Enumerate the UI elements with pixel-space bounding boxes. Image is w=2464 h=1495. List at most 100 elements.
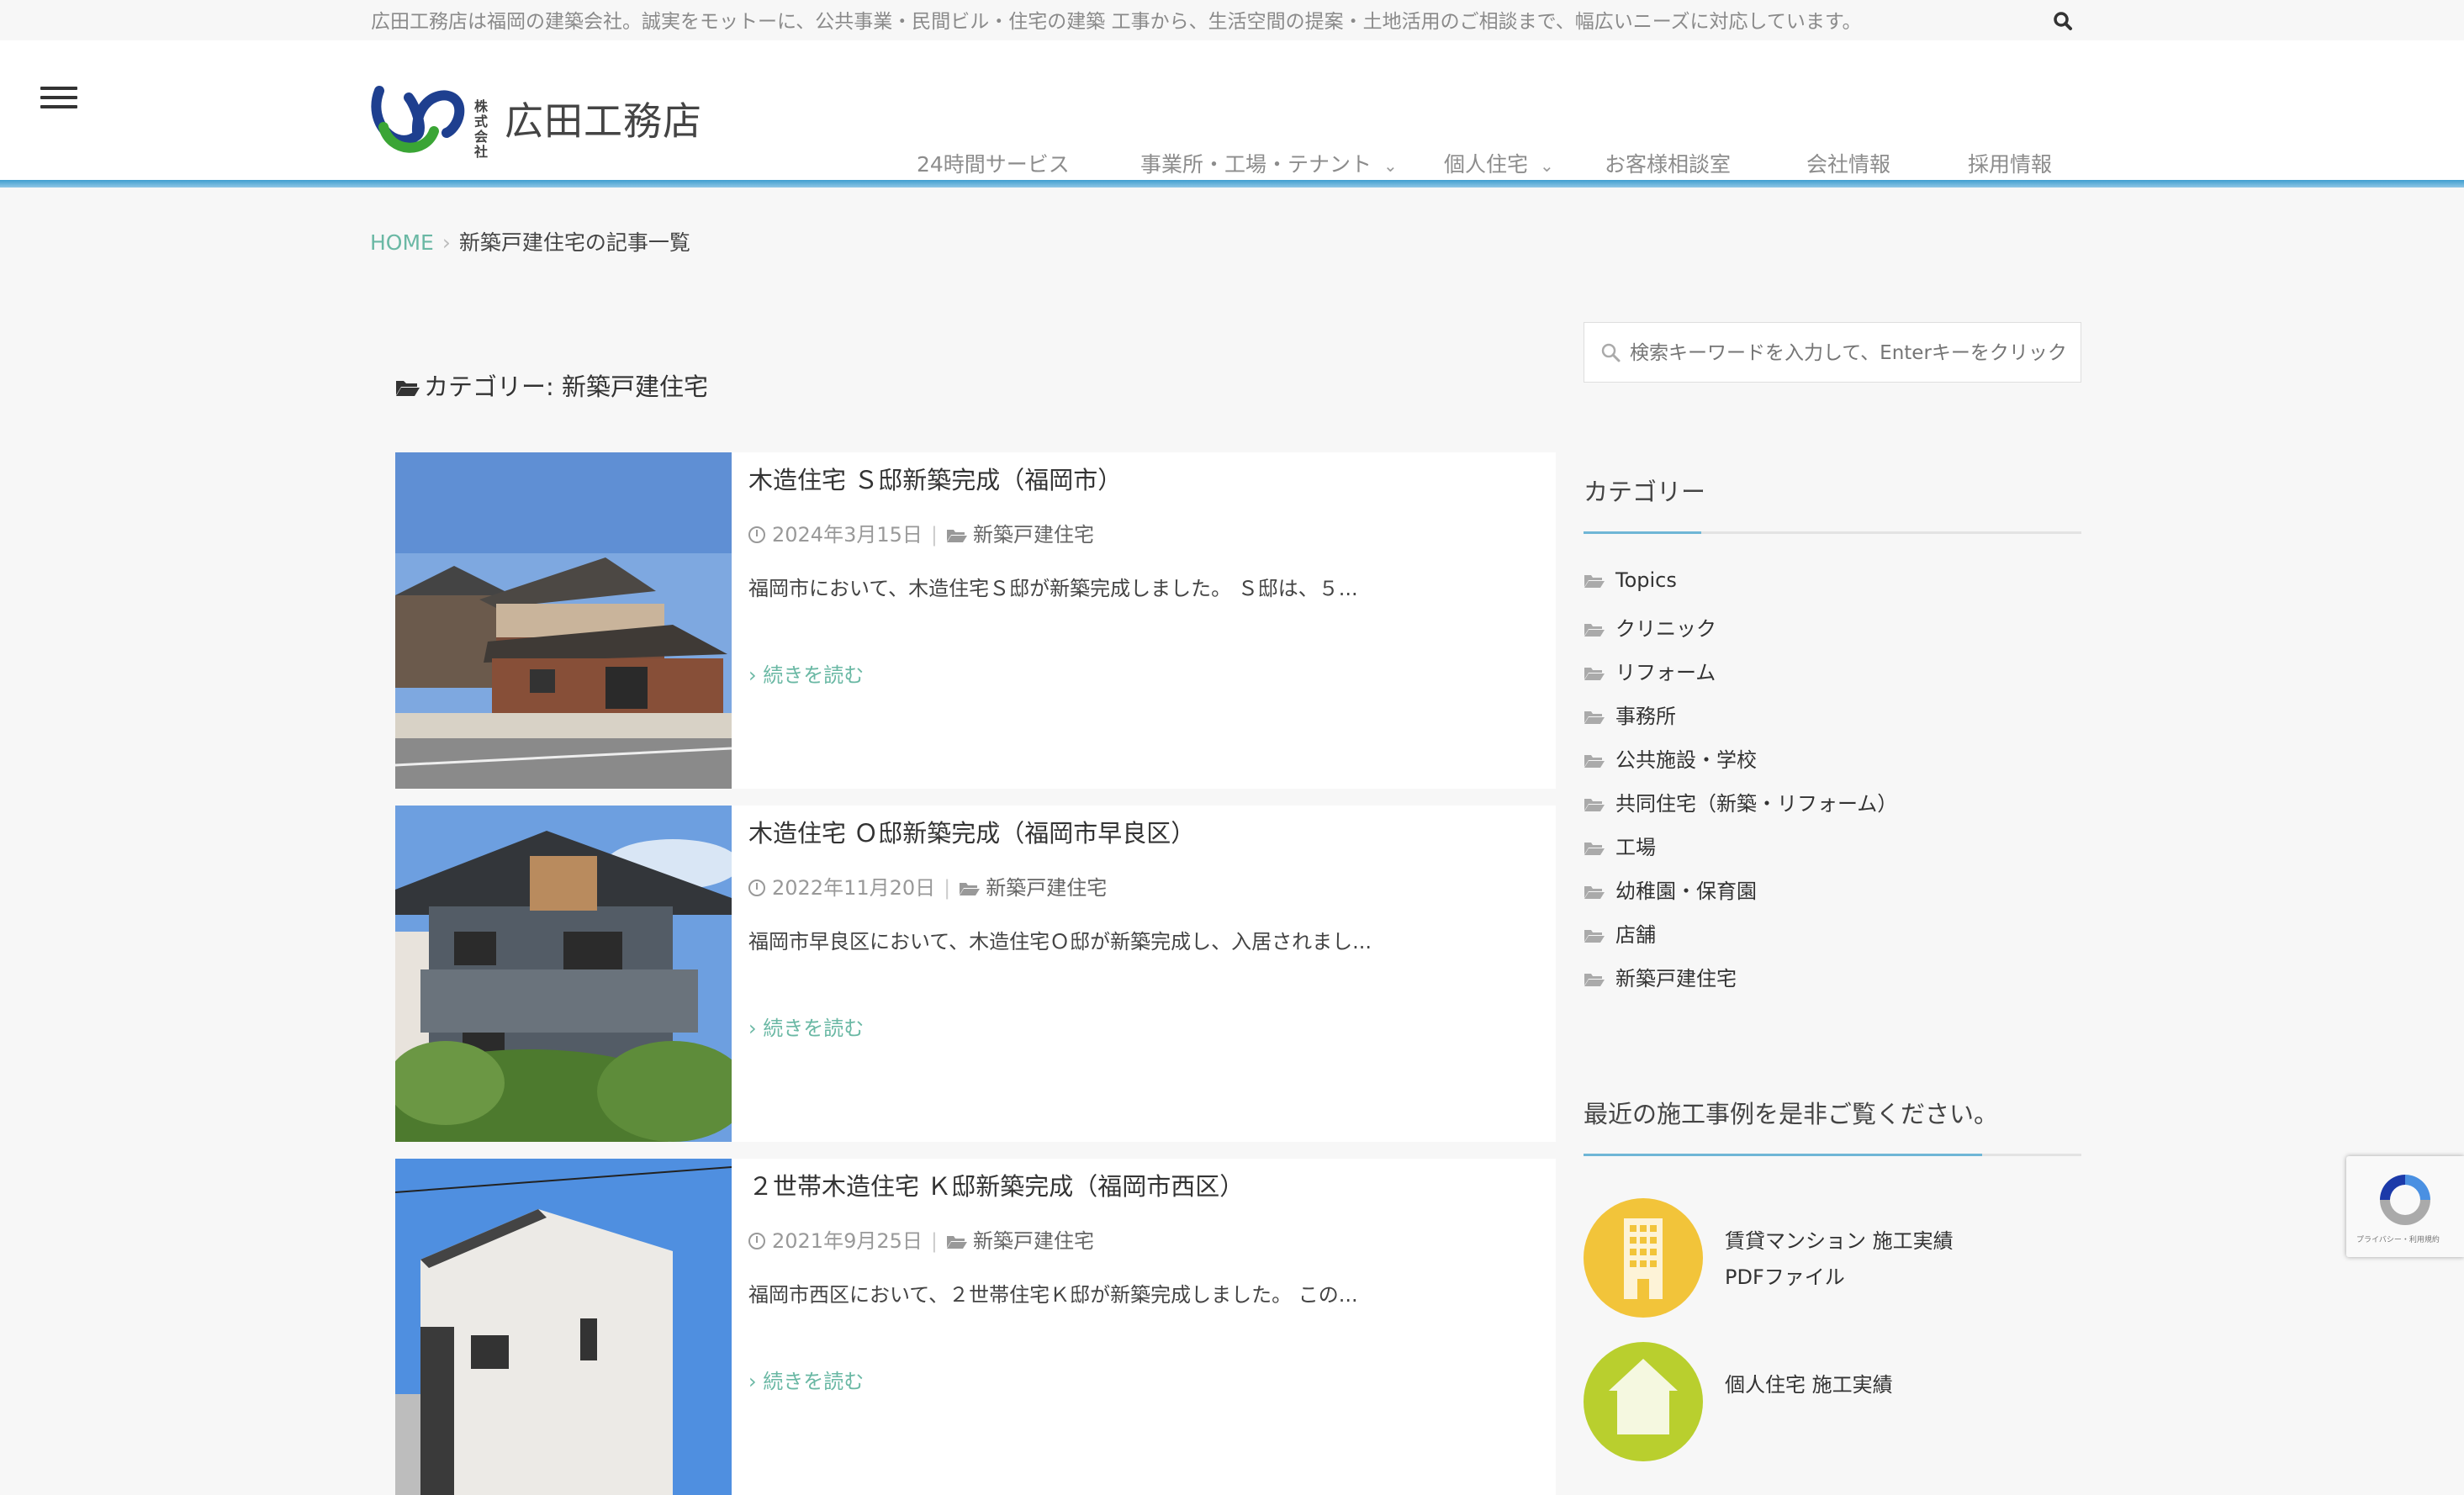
folder-open-icon [396,381,420,396]
nav-item-private-house[interactable]: 個人住宅 ⌄ [1444,148,1554,178]
logo-company-type: 株式会社 [474,98,489,160]
post-category-link[interactable]: 新築戸建住宅 [986,876,1107,900]
post-thumbnail[interactable] [395,806,732,1142]
post-card[interactable]: 木造住宅 Ｓ邸新築完成（福岡市） 2024年3月15日 | 新築戸建住宅 福岡市にお… [395,452,1556,789]
page-title: カテゴリー: 新築戸建住宅 [395,367,708,403]
recaptcha-terms[interactable]: プライバシー・利用規約 [2356,1234,2440,1244]
top-bar: 広田工務店は福岡の建築会社。誠実をモットーに、公共事業・民間ビル・住宅の建築 工… [0,0,2464,41]
search-icon [1601,343,1621,362]
category-item[interactable]: 幼稚園・保育園 [1584,874,1897,918]
category-item[interactable]: クリニック [1584,612,1897,656]
category-item-label: 新築戸建住宅 [1615,967,1737,991]
post-category-link[interactable]: 新築戸建住宅 [973,523,1094,547]
nav-item-label: 個人住宅 [1444,152,1529,177]
category-item-label: 幼稚園・保育園 [1615,880,1757,903]
nav-item-business[interactable]: 事業所・工場・テナント ⌄ [1140,148,1398,178]
category-item-label: 共同住宅（新築・リフォーム） [1615,792,1898,816]
category-list: Topics クリニック リフォーム 事務所 公共施設・学校 共同住宅（新築・リ… [1584,568,1897,1006]
folder-icon [1584,668,1605,680]
chevron-right-icon: › [748,1370,764,1393]
category-item[interactable]: 新築戸建住宅 [1584,962,1897,1006]
folder-open-icon [946,530,967,542]
nav-item-label: お客様相談室 [1605,152,1732,177]
category-item[interactable]: 事務所 [1584,700,1897,743]
clock-icon [748,1233,765,1249]
post-card[interactable]: ２世帯木造住宅 Ｋ邸新築完成（福岡市西区） 2021年9月25日 | 新築戸建住宅 … [395,1159,1556,1495]
post-thumbnail[interactable] [395,1159,732,1495]
breadcrumb-home-link[interactable]: HOME [370,230,434,255]
category-item[interactable]: 公共施設・学校 [1584,743,1897,787]
works-line1: 賃貸マンション 施工実績 [1725,1229,1954,1253]
folder-icon [1584,886,1605,899]
read-more-label: 続きを読む [763,1017,865,1040]
post-excerpt: 福岡市において、木造住宅Ｓ邸が新築完成しました。 Ｓ邸は、５... [748,577,1358,600]
category-item-label: Topics [1615,568,1677,592]
category-item[interactable]: 工場 [1584,831,1897,874]
search-input[interactable] [1628,335,2069,372]
recaptcha-icon [2380,1175,2430,1225]
breadcrumb-current: 新築戸建住宅の記事一覧 [458,230,690,255]
categories-widget-title: カテゴリー [1584,478,1706,506]
widget-title-underline [1584,1154,2081,1156]
clock-icon [748,880,765,896]
post-date: 2022年11月20日 [772,876,936,900]
folder-icon [1584,755,1605,768]
chevron-right-icon: › [748,663,764,687]
post-title[interactable]: 木造住宅 Ｓ邸新築完成（福岡市） [748,461,1122,496]
works-link-text: 賃貸マンション 施工実績 PDFファイル [1725,1223,1954,1296]
read-more-link[interactable]: › 続きを読む [748,658,864,688]
menu-icon[interactable] [40,87,77,112]
post-title[interactable]: ２世帯木造住宅 Ｋ邸新築完成（福岡市西区） [748,1167,1244,1202]
site-header: 株式会社 広田工務店 24時間サービス 事業所・工場・テナント ⌄ 個人住宅 ⌄ お… [0,40,2464,180]
works-widget-title: 最近の施工事例を是非ご覧ください。 [1584,1100,1999,1128]
post-date: 2021年9月25日 [772,1229,923,1253]
folder-icon [1584,843,1605,855]
post-meta: 2024年3月15日 | 新築戸建住宅 [748,518,1094,547]
category-item[interactable]: 共同住宅（新築・リフォーム） [1584,787,1897,831]
folder-open-icon [960,883,981,895]
read-more-label: 続きを読む [763,663,865,687]
category-item-label: 事務所 [1615,705,1676,728]
nav-item-label: 事業所・工場・テナント [1140,152,1372,177]
breadcrumb-separator: › [442,230,451,255]
chevron-down-icon: ⌄ [1540,156,1554,176]
post-thumbnail[interactable] [395,452,732,789]
nav-item-customer-consultation[interactable]: お客様相談室 [1605,148,1731,178]
folder-open-icon [946,1236,967,1249]
search-icon[interactable] [2050,8,2075,34]
widget-title-underline [1584,531,2081,534]
nav-item-24h-service[interactable]: 24時間サービス [917,148,1070,178]
clock-icon [748,526,765,543]
read-more-link[interactable]: › 続きを読む [748,1012,864,1041]
chevron-right-icon: › [748,1017,764,1040]
category-item[interactable]: Topics [1584,568,1897,612]
nav-item-recruit[interactable]: 採用情報 [1968,148,2052,178]
category-item-label: 公共施設・学校 [1615,748,1757,772]
category-item[interactable]: 店舗 [1584,918,1897,962]
sidebar-search [1584,322,2081,383]
post-date: 2024年3月15日 [772,523,923,547]
category-item[interactable]: リフォーム [1584,656,1897,700]
folder-icon [1584,974,1605,986]
post-category-link[interactable]: 新築戸建住宅 [973,1229,1094,1253]
folder-icon [1584,711,1605,724]
building-icon [1584,1198,1703,1318]
works-line2: PDFファイル [1725,1265,1845,1289]
works-link-text: 個人住宅 施工実績 [1725,1367,1893,1403]
header-divider [0,180,2464,188]
post-title[interactable]: 木造住宅 Ｏ邸新築完成（福岡市早良区） [748,814,1195,849]
folder-icon [1584,624,1605,637]
post-excerpt: 福岡市西区において、２世帯住宅Ｋ邸が新築完成しました。 この... [748,1283,1358,1307]
works-line1: 個人住宅 施工実績 [1725,1373,1893,1397]
folder-icon [1584,799,1605,811]
nav-item-label: 採用情報 [1968,152,2053,177]
post-meta: 2021年9月25日 | 新築戸建住宅 [748,1224,1094,1254]
folder-icon [1584,930,1605,943]
site-tagline: 広田工務店は福岡の建築会社。誠実をモットーに、公共事業・民間ビル・住宅の建築 工… [371,11,1862,33]
nav-item-company-info[interactable]: 会社情報 [1806,148,1890,178]
post-card[interactable]: 木造住宅 Ｏ邸新築完成（福岡市早良区） 2022年11月20日 | 新築戸建住宅 福… [395,806,1556,1142]
recaptcha-badge[interactable]: プライバシー・利用規約 [2346,1156,2464,1257]
breadcrumb: HOME › 新築戸建住宅の記事一覧 [370,226,690,256]
folder-icon [1584,575,1605,588]
read-more-link[interactable]: › 続きを読む [748,1365,864,1394]
